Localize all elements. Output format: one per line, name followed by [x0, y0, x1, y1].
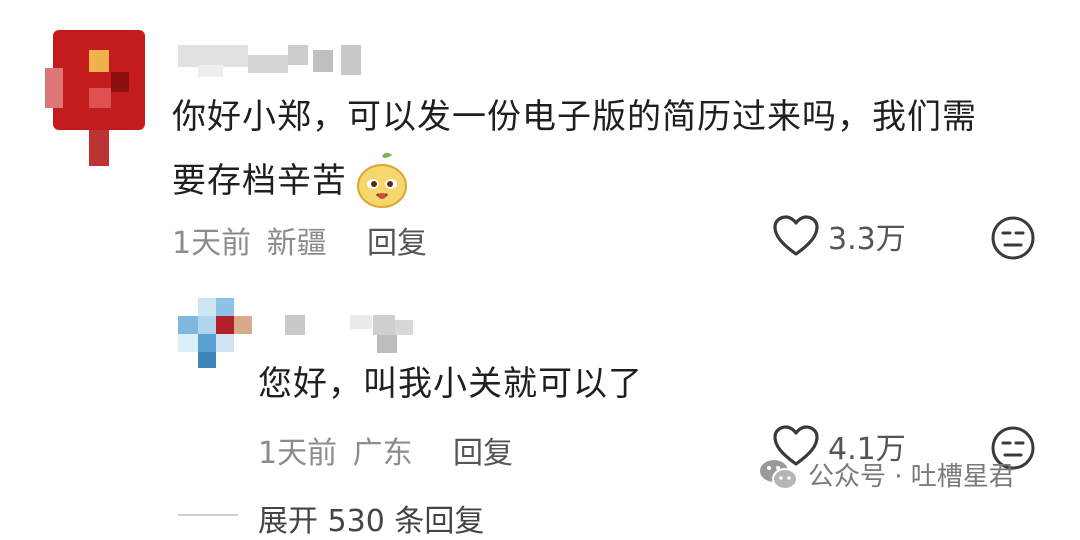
expand-divider [178, 514, 238, 516]
comment-meta: 1天前 新疆 [172, 218, 327, 262]
comment-text-line-2-text: 要存档辛苦 [172, 161, 347, 201]
comment-time: 1天前 [172, 226, 252, 261]
comment-text-line-2: 要存档辛苦 [172, 149, 1052, 213]
comment-text-line-1: 你好小郑，可以发一份电子版的简历过来吗，我们需 [172, 97, 977, 137]
reply-button[interactable]: 回复 [453, 428, 513, 472]
like-button[interactable]: 3.3万 [772, 214, 906, 258]
comment-meta: 1天前 广东 [258, 428, 413, 472]
neutral-face-icon [991, 216, 1035, 260]
watermark: 公众号 · 吐槽星君 [758, 456, 1015, 493]
dislike-button[interactable] [990, 215, 1036, 265]
heart-icon [773, 215, 819, 256]
comment-text: 你好小郑，可以发一份电子版的简历过来吗，我们需 要存档辛苦 [172, 85, 1052, 213]
wechat-icon [760, 459, 798, 490]
comment-time: 1天前 [258, 436, 338, 471]
comment-location: 新疆 [266, 226, 327, 261]
yellow-sticker-icon [357, 152, 407, 208]
like-count: 3.3万 [828, 222, 906, 257]
username-blurred[interactable] [285, 315, 415, 355]
reply-comment-text: 您好，叫我小关就可以了 [258, 364, 643, 404]
comment-location: 广东 [352, 436, 413, 471]
expand-replies-button[interactable]: 展开 530 条回复 [258, 496, 484, 540]
watermark-text: 公众号 · 吐槽星君 [808, 462, 1015, 492]
avatar[interactable] [45, 30, 150, 166]
avatar[interactable] [178, 298, 253, 370]
username-blurred[interactable] [178, 45, 363, 80]
reply-button[interactable]: 回复 [367, 218, 427, 262]
